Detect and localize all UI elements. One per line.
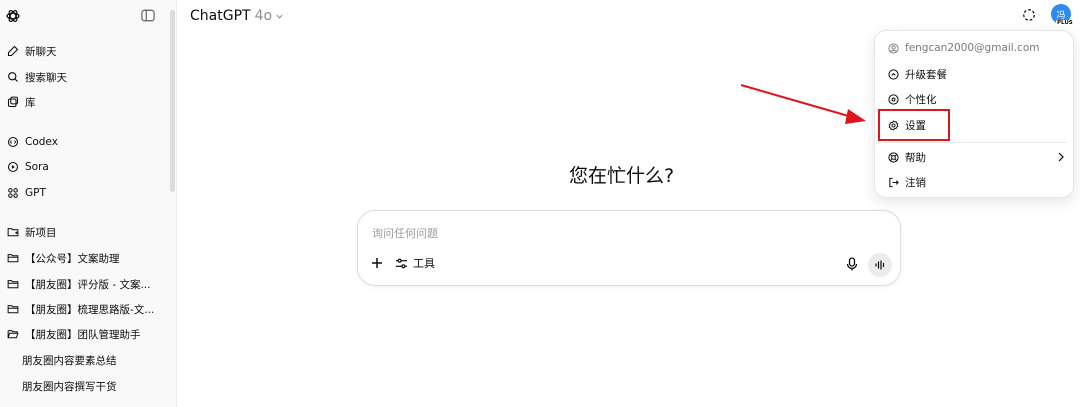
menu-email-text: fengcan2000@gmail.com — [905, 42, 1040, 54]
menu-item-logout[interactable]: 注销 — [887, 173, 1067, 191]
settings-highlight-box — [878, 109, 950, 141]
personalize-icon — [887, 93, 899, 105]
composer[interactable]: 询问任何问题 工具 — [357, 210, 901, 286]
sidebar-subitem-label: 朋友圈内容撰写干货 — [22, 380, 117, 393]
upgrade-icon — [887, 68, 899, 80]
sidebar: 新聊天 搜索聊天 库 Codex Sora GPT 新项目 【公众号】文案助理 … — [0, 0, 177, 407]
sidebar-item-library[interactable]: 库 — [6, 92, 166, 112]
sidebar-item-gpt[interactable]: GPT — [6, 183, 166, 203]
grid-icon — [6, 187, 19, 200]
logout-icon — [887, 176, 899, 188]
sidebar-item-label: 库 — [25, 96, 36, 109]
menu-item-label: 个性化 — [905, 93, 937, 106]
folder-open-icon — [6, 328, 19, 341]
play-icon — [6, 161, 19, 174]
prompt-input[interactable]: 询问任何问题 — [372, 225, 438, 241]
tools-button[interactable]: 工具 — [395, 255, 435, 271]
model-name: ChatGPT — [190, 8, 251, 24]
menu-item-label: 注销 — [905, 176, 926, 189]
sidebar-header — [0, 0, 177, 34]
sidebar-item-codex[interactable]: Codex — [6, 132, 166, 152]
sidebar-item-project[interactable]: 【朋友圈】梳理思路版-文... — [6, 299, 166, 319]
sidebar-item-label: 【朋友圈】评分版 - 文案... — [25, 278, 151, 291]
menu-item-label: 升级套餐 — [905, 68, 947, 81]
user-icon — [887, 42, 899, 54]
library-icon — [6, 96, 19, 109]
menu-item-personalize[interactable]: 个性化 — [887, 90, 1067, 108]
help-icon — [887, 151, 899, 163]
sidebar-item-sora[interactable]: Sora — [6, 157, 166, 177]
sidebar-item-label: 新聊天 — [25, 45, 57, 58]
sidebar-item-label: Sora — [25, 161, 49, 173]
openai-logo-icon[interactable] — [5, 8, 21, 24]
sidebar-item-label: Codex — [25, 136, 58, 148]
codex-icon — [6, 136, 19, 149]
menu-divider — [883, 142, 1067, 143]
sidebar-item-project[interactable]: 【朋友圈】评分版 - 文案... — [6, 274, 166, 294]
sidebar-item-new-chat[interactable]: 新聊天 — [6, 41, 166, 61]
plus-icon[interactable] — [370, 256, 384, 270]
sidebar-item-project[interactable]: 【朋友圈】团队管理助手 — [6, 324, 166, 344]
chevron-right-icon — [1058, 152, 1064, 162]
sidebar-item-label: GPT — [25, 187, 46, 199]
sidebar-scrollbar[interactable] — [170, 10, 175, 192]
sidebar-item-label: 【朋友圈】团队管理助手 — [25, 328, 141, 341]
sidebar-subitem[interactable]: 朋友圈内容要素总结 — [22, 350, 117, 370]
sidebar-item-label: 搜索聊天 — [25, 71, 67, 84]
edit-icon — [6, 45, 19, 58]
sidebar-item-search-chats[interactable]: 搜索聊天 — [6, 67, 166, 87]
voice-mode-button[interactable] — [868, 253, 892, 277]
sidebar-item-project[interactable]: 【公众号】文案助理 — [6, 248, 166, 268]
sidebar-subitem[interactable]: 朋友圈内容撰写干货 — [22, 376, 117, 396]
menu-item-upgrade[interactable]: 升级套餐 — [887, 65, 1067, 83]
menu-item-label: 帮助 — [905, 151, 926, 164]
plan-badge: PLUS — [1056, 20, 1074, 26]
chevron-down-icon — [276, 14, 283, 19]
new-folder-icon — [6, 226, 19, 239]
folder-icon — [6, 278, 19, 291]
waveform-icon — [875, 260, 885, 270]
sidebar-toggle-icon[interactable] — [141, 9, 155, 22]
sidebar-item-label: 【公众号】文案助理 — [25, 252, 120, 265]
sidebar-item-label: 新项目 — [25, 226, 57, 239]
temporary-chat-icon[interactable] — [1022, 8, 1036, 22]
sidebar-subitem-label: 朋友圈内容要素总结 — [22, 354, 117, 367]
menu-item-email: fengcan2000@gmail.com — [887, 39, 1067, 57]
page-title: 您在忙什么? — [569, 165, 675, 187]
tools-icon — [395, 258, 408, 268]
microphone-icon[interactable] — [846, 257, 858, 271]
folder-icon — [6, 252, 19, 265]
folder-icon — [6, 303, 19, 316]
model-version: 4o — [254, 8, 273, 24]
sidebar-item-new-project[interactable]: 新项目 — [6, 222, 166, 242]
model-selector[interactable]: ChatGPT 4o — [190, 6, 284, 26]
avatar-text: 冯 — [1056, 10, 1066, 21]
search-icon — [6, 71, 19, 84]
sidebar-item-label: 【朋友圈】梳理思路版-文... — [25, 303, 155, 316]
menu-item-help[interactable]: 帮助 — [887, 148, 1067, 166]
tools-label: 工具 — [413, 257, 435, 270]
